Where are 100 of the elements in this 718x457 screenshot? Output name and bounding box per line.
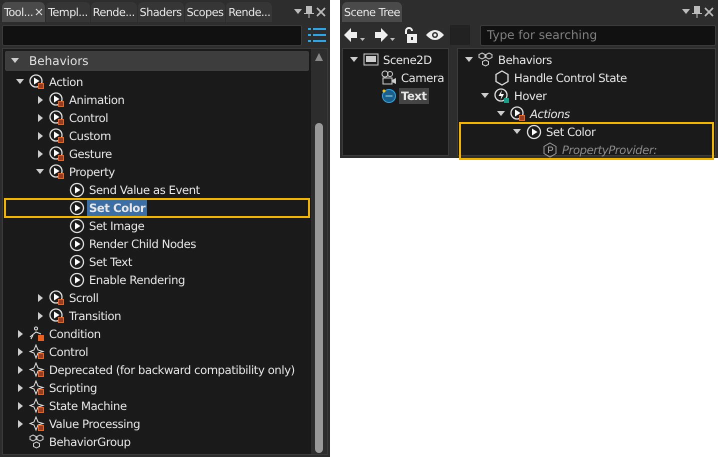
screen-icon	[363, 52, 379, 68]
back-button[interactable]	[342, 27, 368, 43]
collapse-arrow-icon[interactable]	[38, 150, 42, 158]
tree-item[interactable]: Actions	[528, 106, 572, 122]
tree-item[interactable]: BehaviorGroup	[47, 434, 133, 450]
tree-item[interactable]: Scripting	[47, 380, 99, 396]
expand-arrow-icon[interactable]	[36, 169, 44, 175]
expand-arrow-icon[interactable]	[465, 57, 474, 63]
tree-item[interactable]: Transition	[67, 308, 124, 324]
dropdown-icon[interactable]	[682, 9, 690, 15]
play-icon	[69, 236, 85, 252]
tree-item[interactable]: Value Processing	[47, 416, 142, 432]
tree-item[interactable]: Deprecated (for backward compatibility only)	[47, 362, 297, 378]
tree-item[interactable]: Control	[47, 344, 90, 360]
expand-arrow-icon[interactable]	[481, 93, 490, 99]
star-icon	[29, 416, 45, 432]
list-view-button[interactable]	[306, 28, 328, 42]
tree-item[interactable]: Property	[67, 164, 117, 180]
collapse-arrow-icon[interactable]	[18, 384, 22, 392]
tree-item[interactable]: Camera	[399, 70, 446, 86]
play-icon	[69, 200, 85, 216]
hexagon-icon	[494, 70, 510, 86]
close-icon[interactable]	[704, 7, 714, 17]
close-icon[interactable]	[35, 8, 44, 16]
scrollbar[interactable]	[311, 49, 327, 454]
tree-item[interactable]: Scroll	[67, 290, 100, 306]
tree-item[interactable]: Set Image	[87, 218, 146, 234]
action-icon	[510, 106, 526, 122]
tree-item[interactable]: Enable Rendering	[87, 272, 187, 288]
scroll-thumb[interactable]	[315, 123, 323, 453]
search-field[interactable]: Type for searching	[480, 24, 716, 46]
expand-arrow-icon[interactable]	[350, 57, 358, 63]
tree-item[interactable]: Text	[399, 88, 429, 104]
scroll-up-icon[interactable]	[315, 53, 323, 61]
expand-arrow-icon[interactable]	[513, 129, 522, 135]
tree-item[interactable]: Hover	[512, 88, 549, 104]
collapse-arrow-icon[interactable]	[38, 96, 42, 104]
action-icon	[49, 164, 65, 180]
forward-button[interactable]	[372, 27, 398, 43]
collapse-arrow-icon[interactable]	[38, 312, 42, 320]
action-icon	[49, 128, 65, 144]
search-field[interactable]	[2, 24, 302, 46]
action-icon	[49, 308, 65, 324]
panel-tab[interactable]: Scopes	[184, 2, 226, 22]
play-icon	[69, 272, 85, 288]
star-icon	[29, 380, 45, 396]
tree-item[interactable]: Set Color	[87, 200, 148, 216]
tree-item[interactable]: Control	[67, 110, 110, 126]
tree-item[interactable]: Animation	[67, 92, 126, 108]
action-icon	[49, 146, 65, 162]
collapse-arrow-icon[interactable]	[18, 366, 22, 374]
action-icon	[29, 74, 45, 90]
category-header[interactable]: Behaviors	[5, 51, 309, 71]
collapse-arrow-icon[interactable]	[18, 402, 22, 410]
action-icon	[49, 110, 65, 126]
tree-item[interactable]: Render Child Nodes	[87, 236, 198, 252]
tree-item[interactable]: Condition	[47, 326, 103, 342]
tree-item[interactable]: Custom	[67, 128, 113, 144]
tree-item[interactable]: Behaviors	[496, 52, 554, 68]
lock-button[interactable]	[402, 27, 420, 43]
tree-item[interactable]: Action	[47, 74, 85, 90]
tree-item[interactable]: Set Text	[87, 254, 134, 270]
hexagons-icon	[29, 434, 45, 450]
play-icon	[526, 124, 542, 140]
pin-icon[interactable]	[692, 6, 702, 18]
play-icon	[69, 182, 85, 198]
panel-tab[interactable]: Rende...	[90, 2, 137, 22]
expand-arrow-icon[interactable]	[16, 79, 24, 85]
eye-button[interactable]	[424, 29, 446, 41]
panel-tab[interactable]: Rende...	[226, 2, 272, 22]
tree-item[interactable]: Send Value as Event	[87, 182, 202, 198]
expand-arrow-icon[interactable]	[497, 111, 506, 117]
tree-item[interactable]: PropertyProvider:	[560, 142, 659, 158]
panel-tab[interactable]: Scene Tree	[342, 2, 402, 22]
panel-tab[interactable]: Tool...	[2, 2, 46, 22]
condition-icon	[29, 326, 45, 342]
category-label: Behaviors	[29, 54, 89, 68]
dropdown-icon[interactable]	[294, 9, 302, 15]
action-icon	[49, 290, 65, 306]
tree-item[interactable]: Gesture	[67, 146, 114, 162]
tree-item[interactable]: State Machine	[47, 398, 129, 414]
play-icon	[69, 254, 85, 270]
panel-tab[interactable]: Shaders	[138, 2, 184, 22]
collapse-arrow-icon[interactable]	[18, 330, 22, 338]
property-icon	[542, 142, 558, 158]
star-icon	[29, 344, 45, 360]
pin-icon[interactable]	[304, 6, 314, 18]
panel-tab[interactable]: Templ...	[46, 2, 90, 22]
collapse-arrow-icon[interactable]	[18, 348, 22, 356]
close-icon[interactable]	[316, 7, 326, 17]
tree-item[interactable]: Scene2D	[381, 52, 434, 68]
collapse-arrow-icon[interactable]	[38, 294, 42, 302]
action-icon	[49, 92, 65, 108]
collapse-arrow-icon[interactable]	[38, 114, 42, 122]
expand-arrow-icon[interactable]	[11, 58, 19, 64]
tree-item[interactable]: Handle Control State	[512, 70, 629, 86]
text-node-icon	[381, 88, 397, 104]
collapse-arrow-icon[interactable]	[18, 420, 22, 428]
tree-item[interactable]: Set Color	[544, 124, 598, 140]
collapse-arrow-icon[interactable]	[38, 132, 42, 140]
